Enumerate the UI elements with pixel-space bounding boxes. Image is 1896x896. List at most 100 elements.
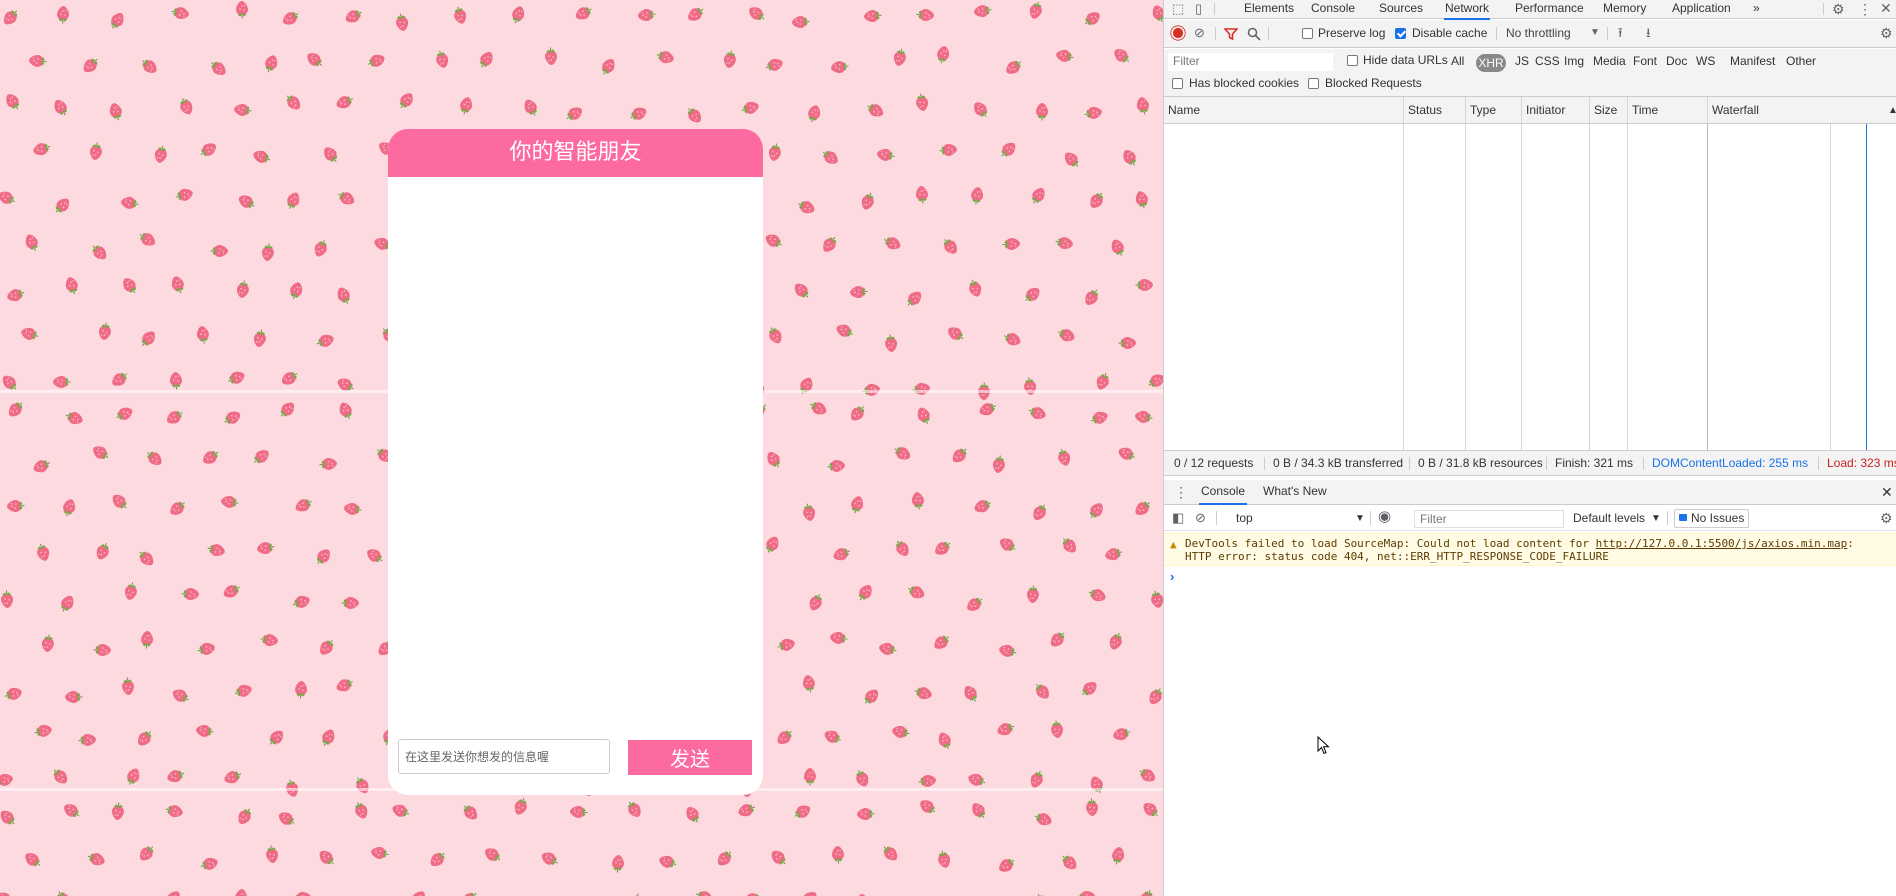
console-filter-input[interactable]: Filter bbox=[1414, 510, 1564, 528]
type-filter-js[interactable]: JS bbox=[1515, 54, 1529, 68]
strawberry-icon bbox=[688, 7, 704, 21]
preserve-log-checkbox[interactable] bbox=[1302, 28, 1313, 39]
transferred-size: 0 B / 34.3 kB transferred bbox=[1273, 456, 1404, 470]
blocked-requests-checkbox[interactable] bbox=[1308, 78, 1319, 89]
type-filter-ws[interactable]: WS bbox=[1696, 54, 1715, 68]
strawberry-icon bbox=[96, 543, 109, 560]
strawberry-icon bbox=[392, 804, 410, 817]
strawberry-icon bbox=[893, 48, 906, 67]
strawberry-icon bbox=[253, 151, 271, 164]
export-har-icon[interactable]: ⭳ bbox=[1646, 25, 1651, 41]
type-filter-all[interactable]: All bbox=[1451, 54, 1464, 68]
type-filter-xhr[interactable]: XHR bbox=[1476, 54, 1506, 72]
disable-cache-checkbox[interactable] bbox=[1395, 28, 1406, 39]
drawer-tab-console[interactable]: Console bbox=[1199, 483, 1248, 505]
tab-performance[interactable]: Performance bbox=[1515, 0, 1584, 18]
sidebar-toggle-icon[interactable]: ◧ bbox=[1172, 510, 1184, 526]
strawberry-icon bbox=[139, 846, 153, 861]
chevron-down-icon[interactable]: ▼ bbox=[1590, 25, 1600, 41]
has-blocked-cookies-label: Has blocked cookies bbox=[1189, 76, 1300, 90]
strawberry-icon bbox=[319, 850, 334, 864]
type-filter-manifest[interactable]: Manifest bbox=[1730, 54, 1775, 68]
load-time: Load: 323 ms bbox=[1827, 456, 1896, 470]
strawberry-icon bbox=[316, 549, 330, 565]
column-type[interactable]: Type bbox=[1466, 97, 1496, 124]
inspect-element-icon[interactable]: ⬚ bbox=[1172, 1, 1184, 17]
tab-sources[interactable]: Sources bbox=[1379, 0, 1423, 18]
type-filter-media[interactable]: Media bbox=[1593, 54, 1626, 68]
strawberry-icon bbox=[337, 287, 351, 304]
import-har-icon[interactable]: ⭱ bbox=[1618, 25, 1623, 41]
drawer-menu-icon[interactable]: ⋮ bbox=[1174, 484, 1188, 500]
tab-memory[interactable]: Memory bbox=[1603, 0, 1646, 18]
clear-icon[interactable]: ⊘ bbox=[1194, 25, 1205, 41]
column-size[interactable]: Size bbox=[1590, 97, 1617, 124]
hide-data-urls-checkbox[interactable] bbox=[1347, 55, 1358, 66]
clear-console-icon[interactable]: ⊘ bbox=[1195, 510, 1206, 526]
strawberry-icon bbox=[947, 327, 963, 341]
chevron-down-icon[interactable]: ▼ bbox=[1355, 511, 1365, 527]
close-drawer-icon[interactable]: ✕ bbox=[1881, 484, 1893, 500]
console-prompt[interactable]: › bbox=[1164, 569, 1896, 587]
issues-button[interactable]: No Issues bbox=[1674, 509, 1750, 528]
filter-funnel-icon[interactable] bbox=[1223, 28, 1239, 43]
sourcemap-link[interactable]: http://127.0.0.1:5500/js/axios.min.map bbox=[1596, 537, 1848, 550]
strawberry-icon bbox=[569, 806, 588, 819]
strawberry-icon bbox=[257, 542, 275, 555]
console-settings-gear-icon[interactable]: ⚙ bbox=[1880, 510, 1893, 526]
live-expression-eye-icon[interactable]: ◉ bbox=[1378, 509, 1391, 525]
tab-application[interactable]: Application bbox=[1672, 0, 1731, 18]
tab-elements[interactable]: Elements bbox=[1244, 0, 1294, 18]
strawberry-icon bbox=[9, 402, 23, 417]
message-input[interactable] bbox=[398, 739, 610, 774]
chevron-down-icon[interactable]: ▼ bbox=[1651, 511, 1661, 527]
strawberry-icon bbox=[463, 805, 477, 820]
strawberry-icon bbox=[62, 499, 75, 517]
preserve-log-label: Preserve log bbox=[1318, 26, 1386, 40]
send-button[interactable]: 发送 bbox=[628, 740, 752, 775]
type-filter-doc[interactable]: Doc bbox=[1666, 54, 1687, 68]
strawberry-icon bbox=[167, 891, 181, 896]
strawberry-icon bbox=[292, 595, 310, 608]
settings-gear-icon[interactable]: ⚙ bbox=[1832, 1, 1845, 17]
strawberry-icon bbox=[92, 246, 107, 260]
tab-network[interactable]: Network bbox=[1444, 0, 1491, 20]
column-name[interactable]: Name bbox=[1164, 97, 1200, 124]
strawberry-icon bbox=[823, 236, 837, 252]
log-levels-select[interactable]: Default levels bbox=[1573, 511, 1645, 525]
network-filter-input[interactable]: Filter bbox=[1168, 53, 1333, 71]
strawberry-icon bbox=[165, 805, 183, 818]
type-filter-img[interactable]: Img bbox=[1564, 54, 1584, 68]
strawberry-icon bbox=[462, 892, 477, 896]
type-filter-font[interactable]: Font bbox=[1633, 54, 1657, 68]
strawberry-icon bbox=[0, 191, 15, 204]
strawberry-icon bbox=[92, 446, 108, 460]
has-blocked-cookies-checkbox[interactable] bbox=[1172, 78, 1183, 89]
column-initiator[interactable]: Initiator bbox=[1522, 97, 1565, 124]
console-warning-message: ▲ DevTools failed to load SourceMap: Cou… bbox=[1164, 533, 1896, 566]
strawberry-icon bbox=[253, 329, 266, 347]
type-filter-other[interactable]: Other bbox=[1786, 54, 1816, 68]
network-filterbar: Filter Hide data URLs All XHR JS CSS Img… bbox=[1164, 49, 1896, 97]
column-waterfall[interactable]: Waterfall bbox=[1708, 97, 1759, 124]
sort-up-icon[interactable]: ▲ bbox=[1888, 103, 1896, 119]
context-selector[interactable]: top bbox=[1236, 511, 1253, 525]
column-time[interactable]: Time bbox=[1628, 97, 1658, 124]
more-options-icon[interactable]: ⋮ bbox=[1858, 1, 1872, 17]
column-status[interactable]: Status bbox=[1404, 97, 1442, 124]
throttling-select[interactable]: No throttling bbox=[1506, 26, 1571, 40]
drawer-tab-whats-new[interactable]: What's New bbox=[1263, 483, 1327, 501]
close-devtools-icon[interactable]: ✕ bbox=[1880, 0, 1892, 16]
strawberry-icon bbox=[999, 858, 1015, 872]
network-settings-gear-icon[interactable]: ⚙ bbox=[1880, 25, 1893, 41]
device-toolbar-icon[interactable]: ▯ bbox=[1195, 1, 1202, 17]
strawberry-icon bbox=[964, 685, 978, 702]
search-icon[interactable] bbox=[1247, 27, 1261, 44]
strawberry-icon bbox=[266, 845, 279, 863]
record-icon[interactable] bbox=[1172, 27, 1184, 39]
strawberry-icon bbox=[824, 730, 841, 744]
strawberry-icon bbox=[355, 777, 369, 794]
more-tabs-icon[interactable]: » bbox=[1753, 0, 1760, 18]
type-filter-css[interactable]: CSS bbox=[1535, 54, 1560, 68]
tab-console[interactable]: Console bbox=[1311, 0, 1355, 18]
